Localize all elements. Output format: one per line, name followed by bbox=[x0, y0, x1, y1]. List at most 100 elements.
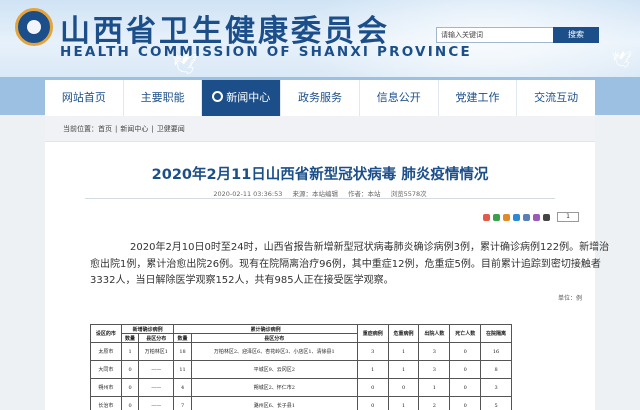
table-cell: 5 bbox=[480, 396, 512, 410]
table-header-cell: 新增确诊病例 bbox=[120, 324, 175, 334]
table-cell: 0 bbox=[449, 360, 482, 379]
table-header-cell: 重症病例 bbox=[356, 324, 389, 343]
table-header-cell: 在院隔离 bbox=[480, 324, 512, 343]
table-cell: 3 bbox=[480, 378, 512, 397]
site-title-en: HEALTH COMMISSION OF SHANXI PROVINCE bbox=[60, 44, 472, 60]
table-cell: 18 bbox=[173, 342, 192, 361]
table-cell: —— bbox=[138, 378, 175, 397]
table-header-cell: 死亡人数 bbox=[449, 324, 482, 343]
news-icon bbox=[212, 91, 224, 102]
table-header-cell: 县区分布 bbox=[138, 333, 175, 343]
article-source: 来源：本站编辑 bbox=[292, 190, 338, 198]
main-nav: 网站首页 主要职能 新闻中心 政务服务 信息公开 党建工作 交流互动 bbox=[45, 80, 595, 116]
table-cell: 11 bbox=[173, 360, 192, 379]
table-cell: 0 bbox=[356, 396, 389, 410]
table-header-cell: 累计确诊病例 bbox=[173, 324, 358, 334]
share-renren-icon[interactable] bbox=[523, 213, 530, 221]
nav-item-functions[interactable]: 主要职能 bbox=[124, 80, 203, 116]
table-cell: 太原市 bbox=[90, 342, 122, 361]
share-more-icon[interactable] bbox=[533, 213, 540, 221]
table-cell: 1 bbox=[120, 342, 140, 361]
nav-item-disclosure[interactable]: 信息公开 bbox=[360, 80, 439, 116]
table-cell: 朔州市 bbox=[90, 378, 122, 397]
nav-item-news-label: 新闻中心 bbox=[226, 91, 271, 104]
table-row: 长治市 0 —— 7 潞州区6、长子县1 0 1 2 0 5 bbox=[90, 396, 512, 410]
share-bar: 1 bbox=[483, 212, 579, 222]
table-cell: 潞州区6、长子县1 bbox=[190, 396, 358, 410]
table-cell: 1 bbox=[387, 342, 420, 361]
table-cell: 1 bbox=[387, 360, 420, 379]
table-cell: 0 bbox=[387, 378, 420, 397]
table-header-row: 设区的市 新增确诊病例 累计确诊病例 重症病例 危重病例 出院人数 死亡人数 在… bbox=[90, 324, 512, 343]
breadcrumb-separator: | bbox=[151, 125, 154, 133]
breadcrumb-separator: | bbox=[115, 125, 118, 133]
dove-icon: 🕊 bbox=[612, 50, 633, 69]
table-cell: 0 bbox=[120, 396, 140, 410]
site-header: 山西省卫生健康委员会 HEALTH COMMISSION OF SHANXI P… bbox=[0, 0, 640, 77]
table-cell: 0 bbox=[356, 378, 389, 397]
table-cell: 1 bbox=[418, 378, 451, 397]
table-cell: 0 bbox=[449, 342, 482, 361]
table-header-cell: 数量 bbox=[120, 333, 140, 343]
table-header-cell: 县区分布 bbox=[190, 333, 358, 343]
dove-icon: 🕊 bbox=[172, 52, 198, 76]
article-panel: 当前位置：首页 | 新闻中心 | 卫健要闻 2020年2月11日山西省新型冠状病毒 肺炎… bbox=[45, 116, 609, 410]
nav-item-news[interactable]: 新闻中心 bbox=[202, 80, 282, 116]
table-row: 大同市 0 —— 11 平城区9、云冈区2 1 1 3 0 8 bbox=[90, 360, 512, 379]
article-title: 2020年2月11日山西省新型冠状病毒 肺炎疫情情况 bbox=[151, 167, 489, 183]
table-cell: 1 bbox=[387, 396, 420, 410]
table-cell: 4 bbox=[173, 378, 192, 397]
table-row: 朔州市 0 —— 4 朔城区2、怀仁市2 0 0 1 0 3 bbox=[90, 378, 512, 397]
table-cell: 2 bbox=[418, 396, 451, 410]
breadcrumb-home[interactable]: 首页 bbox=[98, 125, 112, 133]
nav-item-home[interactable]: 网站首页 bbox=[45, 80, 124, 116]
table-cell: 8 bbox=[480, 360, 512, 379]
table-cell: 万柏林区2、迎泽区6、杏花岭区3、小店区1、清徐县1 bbox=[190, 342, 358, 361]
breadcrumb-prefix: 当前位置： bbox=[63, 125, 98, 133]
table-header-cell: 数量 bbox=[173, 333, 192, 343]
share-qzone-icon[interactable] bbox=[503, 213, 510, 221]
table-header-cell: 出院人数 bbox=[418, 324, 451, 343]
share-douban-icon[interactable] bbox=[543, 213, 550, 221]
commission-logo-icon bbox=[15, 8, 53, 46]
table-cell: 0 bbox=[449, 396, 482, 410]
breadcrumb-health-news[interactable]: 卫健要闻 bbox=[157, 125, 185, 133]
unit-label: 单位：例 bbox=[558, 295, 583, 302]
nav-item-party[interactable]: 党建工作 bbox=[439, 80, 518, 116]
table-cell: 0 bbox=[449, 378, 482, 397]
table-cell: —— bbox=[138, 360, 175, 379]
table-row: 太原市 1 万柏林区1 18 万柏林区2、迎泽区6、杏花岭区3、小店区1、清徐县… bbox=[90, 342, 512, 361]
search-button[interactable]: 搜索 bbox=[553, 27, 599, 43]
share-wechat-icon[interactable] bbox=[493, 213, 500, 221]
nav-item-services[interactable]: 政务服务 bbox=[281, 80, 360, 116]
page-number-box[interactable]: 1 bbox=[557, 212, 579, 222]
share-qq-icon[interactable] bbox=[513, 213, 520, 221]
table-cell: —— bbox=[138, 396, 175, 410]
table-cell: 3 bbox=[356, 342, 389, 361]
breadcrumb: 当前位置：首页 | 新闻中心 | 卫健要闻 bbox=[45, 116, 595, 142]
article-author: 作者：本站 bbox=[348, 190, 381, 198]
case-table: 设区的市 新增确诊病例 累计确诊病例 重症病例 危重病例 出院人数 死亡人数 在… bbox=[90, 324, 512, 410]
article-body: 2020年2月10日0时至24时，山西省报告新增新型冠状病毒肺炎确诊病例3例，累… bbox=[90, 242, 610, 286]
article-date: 2020-02-11 03:36:53 bbox=[213, 190, 283, 198]
table-cell: 16 bbox=[480, 342, 512, 361]
table-cell: 0 bbox=[120, 378, 140, 397]
article-meta: 2020-02-11 03:36:53 来源：本站编辑 作者：本站 浏览5578… bbox=[45, 188, 595, 198]
table-header-cell: 设区的市 bbox=[90, 324, 122, 343]
table-cell: 0 bbox=[120, 360, 140, 379]
table-cell: 平城区9、云冈区2 bbox=[190, 360, 358, 379]
breadcrumb-news[interactable]: 新闻中心 bbox=[120, 125, 148, 133]
nav-item-interaction[interactable]: 交流互动 bbox=[517, 80, 595, 116]
share-weibo-icon[interactable] bbox=[483, 213, 490, 221]
article-views: 浏览5578次 bbox=[390, 190, 427, 198]
table-cell: 3 bbox=[418, 360, 451, 379]
table-cell: 朔城区2、怀仁市2 bbox=[190, 378, 358, 397]
title-divider bbox=[85, 198, 555, 199]
table-cell: 万柏林区1 bbox=[138, 342, 175, 361]
table-cell: 1 bbox=[356, 360, 389, 379]
table-cell: 大同市 bbox=[90, 360, 122, 379]
table-header-cell: 危重病例 bbox=[387, 324, 420, 343]
table-cell: 7 bbox=[173, 396, 192, 410]
table-cell: 长治市 bbox=[90, 396, 122, 410]
table-cell: 3 bbox=[418, 342, 451, 361]
